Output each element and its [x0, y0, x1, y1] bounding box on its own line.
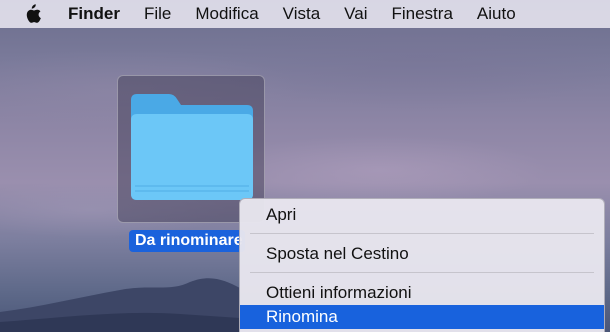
menu-file[interactable]: File — [144, 4, 171, 24]
menu-modifica[interactable]: Modifica — [195, 4, 258, 24]
context-menu: Apri Sposta nel Cestino Ottieni informaz… — [239, 198, 605, 332]
menu-finestra[interactable]: Finestra — [391, 4, 452, 24]
menu-item-sposta-nel-cestino[interactable]: Sposta nel Cestino — [240, 242, 604, 266]
menu-aiuto[interactable]: Aiuto — [477, 4, 516, 24]
menu-separator — [250, 272, 594, 273]
menu-item-rinomina[interactable]: Rinomina — [240, 305, 604, 329]
menu-separator — [250, 233, 594, 234]
menu-item-apri[interactable]: Apri — [240, 203, 604, 227]
apple-logo-icon[interactable] — [22, 3, 48, 25]
folder-icon — [131, 94, 253, 200]
folder-name-label[interactable]: Da rinominare — [129, 230, 245, 252]
menu-finder[interactable]: Finder — [68, 4, 120, 24]
menu-bar: Finder File Modifica Vista Vai Finestra … — [0, 0, 610, 28]
menu-item-ottieni-informazioni[interactable]: Ottieni informazioni — [240, 281, 604, 305]
menu-vista[interactable]: Vista — [283, 4, 321, 24]
menu-vai[interactable]: Vai — [344, 4, 367, 24]
